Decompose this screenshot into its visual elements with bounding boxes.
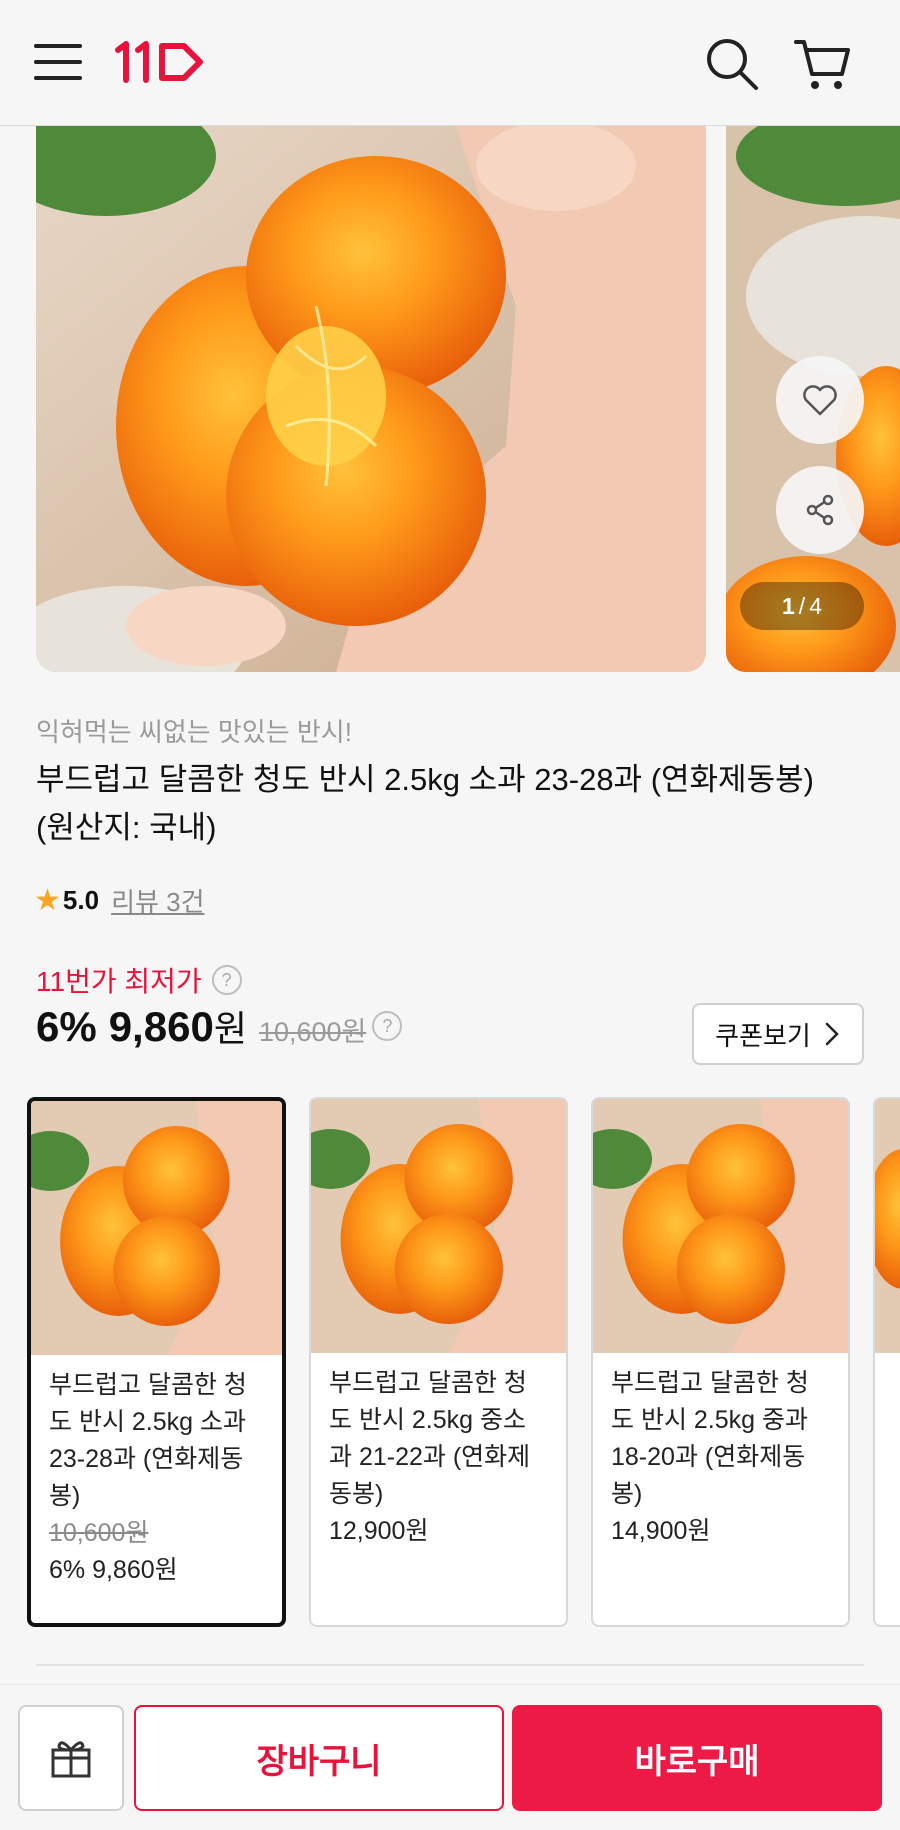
option-original-price: 10,600원 [49,1519,149,1547]
top-header [0,0,900,126]
rating-score: 5.0 [62,884,100,915]
wishlist-button[interactable] [776,356,864,444]
share-button[interactable] [776,466,864,554]
sale-price: 9,860 [108,1003,214,1050]
bottom-action-bar: 장바구니 바로구매 [0,1684,900,1830]
coupon-label: 쿠폰보기 [715,1020,811,1051]
gift-icon [51,1741,91,1778]
option-price: 12,900원 [329,1517,429,1545]
option-name: 부드럽고 달콤한 청도 반시 2.5kg 소과 23-28과 (연화제동봉) [49,1371,247,1510]
product-subtitle: 익혀먹는 씨없는 맛있는 반시! [36,717,352,747]
option-card[interactable]: 부드럽고 달콤한 청도 반시 2.5kg 중소과 21-22과 (연화제동봉) … [309,1097,568,1627]
image-counter-total: 4 [809,592,822,619]
image-counter: 1 / 4 [740,582,864,630]
currency-unit: 원 [213,1008,247,1049]
option-thumbnail [31,1101,282,1355]
option-card[interactable]: 부드럽고 달콤한 청도 반시 2.5kg 중과 18-20과 (연화제동봉) 1… [591,1097,850,1627]
section-divider [36,1664,864,1666]
gift-button[interactable] [18,1705,124,1811]
option-thumbnail [311,1099,566,1353]
option-card-partial[interactable] [873,1097,900,1627]
buy-now-button[interactable]: 바로구매 [512,1705,882,1811]
add-to-cart-button[interactable]: 장바구니 [134,1705,504,1811]
star-icon: ★ [34,883,61,917]
option-name: 부드럽고 달콤한 청도 반시 2.5kg 중소과 21-22과 (연화제동봉) [329,1369,531,1508]
option-carousel[interactable]: 부드럽고 달콤한 청도 반시 2.5kg 소과 23-28과 (연화제동봉) 1… [27,1097,900,1627]
original-price: 10,600원 [258,1017,367,1047]
share-icon [806,494,834,526]
image-counter-current: 1 [782,592,795,619]
product-image-main[interactable] [36,126,706,672]
rating-row: ★ 5.0 리뷰 3건 [34,880,205,920]
discount-rate: 6% [36,1003,97,1050]
option-card[interactable]: 부드럽고 달콤한 청도 반시 2.5kg 소과 23-28과 (연화제동봉) 1… [27,1097,286,1627]
review-count-link[interactable]: 리뷰 3건 [111,882,204,919]
lowest-price-label: 11번가 최저가 ? [36,960,242,1000]
option-thumbnail [875,1099,900,1353]
coupon-button[interactable]: 쿠폰보기 [692,1003,864,1065]
image-counter-separator: / [798,592,806,619]
option-price: 6% 9,860원 [49,1556,178,1584]
hamburger-icon[interactable] [34,40,82,84]
lowest-price-text: 11번가 최저가 [36,966,202,997]
heart-icon [803,385,837,416]
option-name: 부드럽고 달콤한 청도 반시 2.5kg 중과 18-20과 (연화제동봉) [611,1369,809,1508]
price-row: 6% 9,860 원 10,600원 ? [36,1000,403,1052]
product-title: 부드럽고 달콤한 청도 반시 2.5kg 소과 23-28과 (연화제동봉) (… [36,762,814,845]
help-icon[interactable]: ? [372,1011,403,1041]
chevron-right-icon [825,1022,839,1046]
help-icon[interactable]: ? [211,965,242,995]
option-price: 14,900원 [611,1517,711,1545]
search-icon[interactable] [700,32,764,96]
option-thumbnail [593,1099,848,1353]
cart-icon[interactable] [790,32,854,96]
11st-logo[interactable] [112,36,212,86]
